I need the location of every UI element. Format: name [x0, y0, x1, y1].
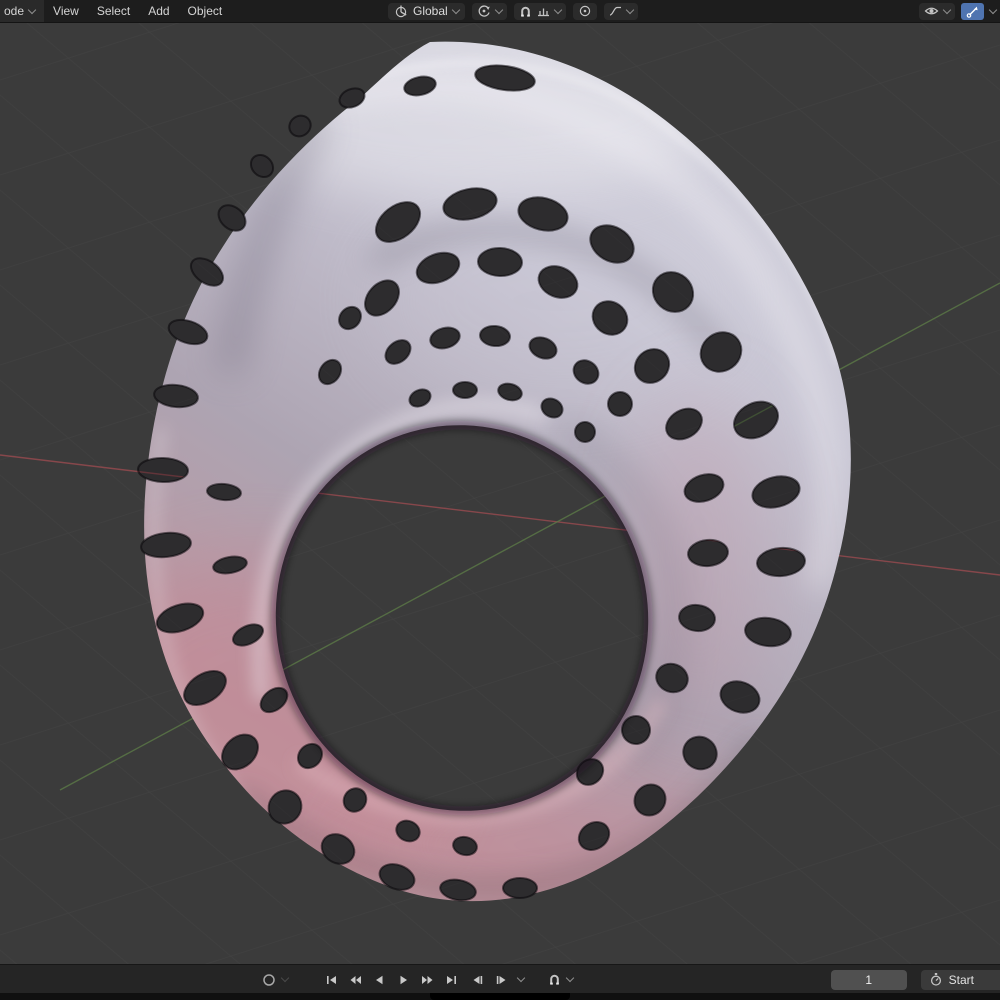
next-keyframe-icon [421, 975, 432, 984]
orientation-label: Global [413, 4, 448, 18]
viewport-3d[interactable] [0, 0, 1000, 1000]
menu-add-label: Add [148, 4, 170, 18]
proportional-editing-icon [579, 5, 590, 17]
playback-chevron-icon[interactable] [516, 973, 526, 983]
resize-notch[interactable] [430, 993, 570, 1000]
prev-frame-icon [473, 975, 482, 984]
prev-frame-button[interactable] [466, 969, 488, 990]
auto-keyframe-toggle[interactable] [258, 969, 280, 990]
start-label: Start [948, 972, 974, 987]
play-reverse-icon [375, 975, 382, 984]
visibility-chevron-icon [942, 5, 952, 14]
falloff-curve-icon [609, 6, 621, 16]
falloff-dropdown[interactable] [603, 2, 638, 20]
visibility-dropdown[interactable] [919, 2, 955, 20]
current-frame-field[interactable]: 1 [830, 969, 907, 990]
next-frame-button[interactable] [490, 969, 512, 990]
menu-select[interactable]: Select [88, 0, 139, 22]
timeline-snap-magnet-icon [549, 974, 559, 985]
frame-start-field[interactable]: Start [920, 969, 1000, 990]
pivot-chevron-icon [494, 5, 503, 14]
pivot-point-dropdown[interactable] [471, 2, 507, 20]
shading-chevron-icon[interactable] [988, 5, 998, 14]
orientation-chevron-icon [451, 5, 460, 14]
menu-view-label: View [53, 4, 79, 18]
pivot-point-icon [478, 5, 490, 17]
menu-add[interactable]: Add [139, 0, 178, 22]
play-button[interactable] [392, 969, 414, 990]
stopwatch-icon [930, 973, 941, 986]
eye-visibility-icon [924, 7, 939, 15]
prev-keyframe-icon [350, 975, 361, 984]
jump-to-end-button[interactable] [440, 969, 462, 990]
mode-menu-label: ode [4, 4, 25, 18]
gizmo-toggle-active[interactable] [961, 2, 984, 20]
play-icon [400, 975, 407, 984]
menu-view[interactable]: View [44, 0, 88, 22]
prev-keyframe-button[interactable] [344, 969, 366, 990]
menu-object[interactable]: Object [179, 0, 232, 22]
jump-to-start-button[interactable] [320, 969, 342, 990]
transform-orientation-dropdown[interactable]: Global [388, 2, 465, 20]
timeline-snap-chevron-icon[interactable] [565, 973, 575, 983]
snap-increment-icon [537, 8, 549, 16]
mode-chevron-icon [27, 5, 37, 14]
auto-keyframe-circle-icon [263, 973, 275, 986]
menu-select-label: Select [96, 4, 131, 18]
timeline-bar: 1 Start [0, 964, 1000, 994]
gizmo-arrow-icon [966, 6, 978, 18]
falloff-chevron-icon [625, 5, 634, 14]
viewport-header: ode View Select Add Object Global [0, 0, 1000, 23]
next-frame-icon [496, 975, 505, 984]
play-reverse-button[interactable] [368, 969, 390, 990]
jump-to-end-icon [446, 975, 456, 984]
mode-menu[interactable]: ode [0, 0, 45, 22]
proportional-editing-toggle[interactable] [572, 2, 597, 20]
orientation-axes-icon [395, 5, 407, 18]
next-keyframe-button[interactable] [416, 969, 438, 990]
jump-to-start-icon [326, 975, 336, 984]
snap-magnet-icon [520, 6, 530, 17]
ring-object[interactable] [0, 0, 1000, 1000]
menu-object-label: Object [187, 4, 223, 18]
timeline-snap-toggle[interactable] [543, 969, 565, 990]
status-strip [0, 993, 1000, 1000]
current-frame-value: 1 [865, 972, 872, 987]
auto-keyframe-chevron-icon [280, 973, 290, 983]
snapping-controls[interactable] [513, 2, 566, 20]
snap-chevron-icon [553, 5, 562, 14]
